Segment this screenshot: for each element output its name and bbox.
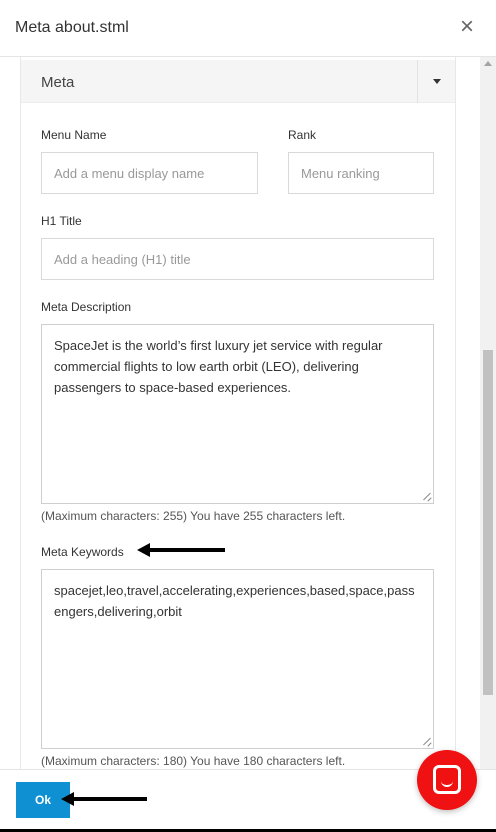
meta-description-label: Meta Description [41, 300, 132, 314]
arrow-left-icon [61, 792, 147, 806]
resize-grip-icon[interactable] [423, 738, 431, 746]
meta-description-textarea[interactable]: SpaceJet is the world’s first luxury jet… [41, 324, 434, 504]
chat-smile-shape [441, 781, 453, 787]
menu-name-label: Menu Name [41, 128, 107, 142]
meta-keywords-text: spacejet,leo,travel,accelerating,experie… [54, 583, 415, 619]
meta-panel: Meta Menu Name Rank H1 Title Meta Descri… [20, 57, 456, 769]
vertical-scrollbar[interactable] [480, 57, 496, 769]
panel-toggle-button[interactable] [417, 60, 455, 103]
meta-keywords-char-count: (Maximum characters: 180) You have 180 c… [41, 754, 346, 768]
caret-down-icon [433, 79, 441, 84]
h1-title-label: H1 Title [41, 214, 82, 228]
rank-label: Rank [288, 128, 317, 142]
scroll-up-arrow-icon[interactable] [484, 61, 492, 66]
meta-description-text: SpaceJet is the world’s first luxury jet… [54, 338, 383, 395]
resize-grip-icon[interactable] [423, 493, 431, 501]
dialog-body: Meta Menu Name Rank H1 Title Meta Descri… [0, 57, 480, 769]
chat-bubble-icon [433, 765, 461, 794]
menu-name-input[interactable] [41, 152, 258, 194]
close-icon[interactable]: × [456, 14, 478, 40]
meta-keywords-label: Meta Keywords [41, 545, 124, 559]
dialog-title: Meta about.stml [15, 19, 129, 36]
rank-input[interactable] [288, 152, 434, 194]
dialog-header: Meta about.stml × [0, 0, 496, 57]
meta-description-char-count: (Maximum characters: 255) You have 255 c… [41, 509, 346, 523]
meta-panel-title: Meta [41, 74, 75, 91]
chat-launcher-button[interactable] [417, 750, 477, 810]
meta-keywords-textarea[interactable]: spacejet,leo,travel,accelerating,experie… [41, 569, 434, 749]
h1-title-input[interactable] [41, 238, 434, 280]
meta-panel-header[interactable]: Meta [21, 60, 455, 103]
arrow-left-icon [137, 543, 225, 557]
scrollbar-thumb[interactable] [483, 350, 493, 695]
